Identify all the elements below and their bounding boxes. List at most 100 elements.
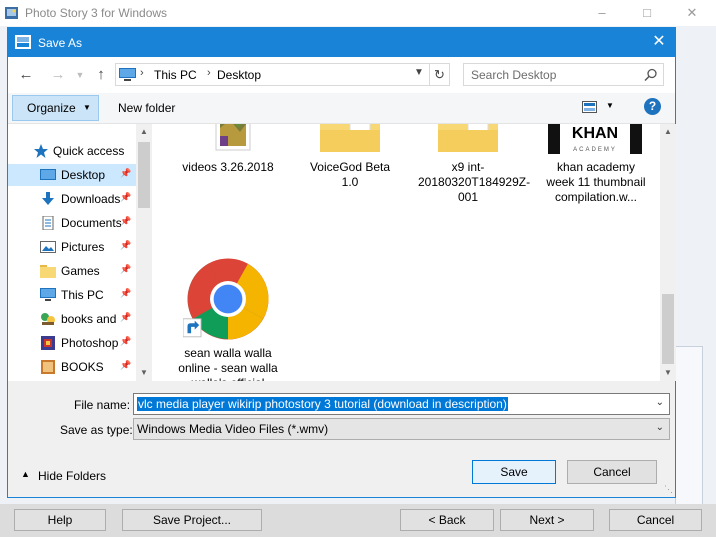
- resize-grip-icon[interactable]: ⋱: [664, 484, 673, 495]
- view-options-caret-icon[interactable]: ▼: [606, 101, 614, 110]
- minimize-icon[interactable]: –: [587, 3, 617, 23]
- breadcrumb-separator-icon[interactable]: ›: [140, 67, 144, 79]
- help-icon[interactable]: ?: [644, 98, 661, 115]
- pin-icon[interactable]: 📌: [120, 312, 131, 323]
- photo-story-icon: [5, 7, 18, 19]
- pin-icon[interactable]: 📌: [120, 288, 131, 299]
- nav-item-pictures[interactable]: Pictures 📌: [8, 236, 136, 258]
- scroll-up-icon[interactable]: ▲: [660, 127, 676, 136]
- nav-item-games[interactable]: Games 📌: [8, 260, 136, 282]
- nav-item-this-pc[interactable]: This PC 📌: [8, 284, 136, 306]
- scroll-thumb[interactable]: [138, 142, 150, 208]
- nav-label: books and: [61, 312, 117, 326]
- cancel-button[interactable]: Cancel: [567, 460, 657, 484]
- organize-button[interactable]: Organize ▼: [12, 95, 99, 121]
- pin-icon[interactable]: 📌: [120, 216, 131, 227]
- file-name: VoiceGod Beta 1.0: [309, 160, 391, 189]
- chevron-down-icon[interactable]: ⌄: [656, 397, 664, 408]
- new-folder-button[interactable]: New folder: [118, 101, 175, 115]
- refresh-icon[interactable]: ↻: [429, 63, 450, 86]
- close-icon[interactable]: ✕: [649, 33, 669, 51]
- downloads-icon: [42, 192, 54, 205]
- file-item[interactable]: videos 3.26.2018: [178, 124, 278, 204]
- pin-icon[interactable]: 📌: [120, 168, 131, 179]
- pin-icon[interactable]: 📌: [120, 360, 131, 371]
- nav-label: Games: [61, 264, 100, 278]
- app-side-panel: [675, 346, 703, 506]
- file-name-value[interactable]: vlc media player wikirip photostory 3 tu…: [137, 397, 508, 411]
- star-icon: [33, 144, 49, 158]
- close-app-icon[interactable]: ✕: [677, 3, 707, 23]
- scroll-thumb[interactable]: [662, 294, 674, 364]
- file-item[interactable]: sean walla walla online - sean walla wal…: [178, 252, 278, 381]
- file-list-scrollbar[interactable]: ▲ ▼: [660, 124, 676, 381]
- file-item[interactable]: VoiceGod Beta 1.0: [300, 124, 400, 204]
- pin-icon[interactable]: 📌: [120, 192, 131, 203]
- back-arrow-icon[interactable]: ←: [16, 65, 36, 85]
- save-type-select[interactable]: Windows Media Video Files (*.wmv) ⌄: [133, 418, 670, 440]
- scroll-up-icon[interactable]: ▲: [136, 127, 152, 136]
- breadcrumb-separator-icon[interactable]: ›: [207, 67, 211, 79]
- nav-item-books-and[interactable]: books and 📌: [8, 308, 136, 330]
- pin-icon[interactable]: 📌: [120, 336, 131, 347]
- photoshop-icon: [41, 336, 55, 350]
- change-view-icon[interactable]: [582, 101, 597, 113]
- nav-label: Pictures: [61, 240, 105, 254]
- file-item[interactable]: x9 int-20180320T184929Z-001: [418, 124, 531, 204]
- navigation-bar: ← → ▼ ↑ This PC › › Desktop ▼ ↻ Search D…: [8, 57, 675, 93]
- save-project-button[interactable]: Save Project...: [122, 509, 262, 531]
- this-pc-icon: [40, 288, 56, 301]
- help-button[interactable]: Help: [14, 509, 106, 531]
- file-name: khan academy week 11 thumbnail compilati…: [546, 160, 646, 204]
- books-folder-icon: [41, 360, 55, 374]
- maximize-icon[interactable]: □: [632, 3, 662, 23]
- address-bar[interactable]: This PC › › Desktop ▼: [115, 63, 433, 86]
- command-bar: Organize ▼ New folder ▼ ?: [8, 93, 675, 124]
- quick-access-label: Quick access: [53, 144, 125, 158]
- forward-arrow-icon[interactable]: →: [48, 65, 68, 85]
- nav-label: BOOKS: [61, 360, 104, 374]
- file-name: x9 int-20180320T184929Z-001: [418, 160, 531, 204]
- search-icon[interactable]: [644, 68, 658, 82]
- pictures-icon: [40, 241, 56, 253]
- chrome-shortcut-icon: [183, 258, 269, 340]
- nav-label: Desktop: [61, 168, 106, 182]
- back-button[interactable]: < Back: [400, 509, 494, 531]
- folder-icon: [40, 265, 56, 278]
- file-item[interactable]: KHAN ACADEMY khan academy week 11 thumbn…: [546, 124, 646, 224]
- nav-item-documents[interactable]: Documents 📌: [8, 212, 136, 234]
- scroll-down-icon[interactable]: ▼: [660, 368, 676, 377]
- breadcrumb-desktop[interactable]: Desktop: [217, 68, 261, 82]
- app-cancel-button[interactable]: Cancel: [609, 509, 702, 531]
- up-arrow-icon[interactable]: ↑: [91, 65, 111, 85]
- recent-locations-icon[interactable]: ▼: [70, 65, 90, 85]
- pin-icon[interactable]: 📌: [120, 240, 131, 251]
- chevron-down-icon[interactable]: ⌄: [656, 422, 664, 433]
- breadcrumb-this-pc[interactable]: This PC: [154, 68, 197, 82]
- caret-down-icon: ▼: [83, 103, 91, 112]
- nav-item-desktop[interactable]: Desktop 📌: [8, 164, 136, 186]
- nav-label: This PC: [61, 288, 104, 302]
- nav-item-books[interactable]: BOOKS 📌: [8, 356, 136, 378]
- thumbnail-title: KHAN: [571, 125, 619, 142]
- navigation-scrollbar[interactable]: ▲ ▼: [136, 124, 152, 381]
- save-button[interactable]: Save: [472, 460, 556, 484]
- address-dropdown-icon[interactable]: ▼: [414, 67, 424, 78]
- save-as-dialog: Save As ✕ ← → ▼ ↑ This PC › › Desktop ▼ …: [7, 27, 676, 498]
- search-box[interactable]: Search Desktop: [463, 63, 664, 86]
- chevron-up-icon: ▲: [21, 469, 30, 479]
- folder-icon: [438, 124, 498, 152]
- app-titlebar: Photo Story 3 for Windows – □ ✕: [0, 0, 716, 26]
- file-name-input[interactable]: vlc media player wikirip photostory 3 tu…: [133, 393, 670, 415]
- file-name: sean walla walla online - sean walla wal…: [178, 346, 278, 381]
- nav-label: Documents: [61, 216, 121, 230]
- video-frame: KHAN ACADEMY: [560, 124, 630, 154]
- scroll-down-icon[interactable]: ▼: [136, 368, 152, 377]
- thumbnail-subtitle: ACADEMY: [573, 147, 617, 153]
- nav-quick-access[interactable]: Quick access: [8, 140, 136, 162]
- books-icon: [41, 313, 55, 325]
- next-button[interactable]: Next >: [500, 509, 594, 531]
- pin-icon[interactable]: 📌: [120, 264, 131, 275]
- nav-item-photoshop[interactable]: Photoshop 📌: [8, 332, 136, 354]
- nav-item-downloads[interactable]: Downloads 📌: [8, 188, 136, 210]
